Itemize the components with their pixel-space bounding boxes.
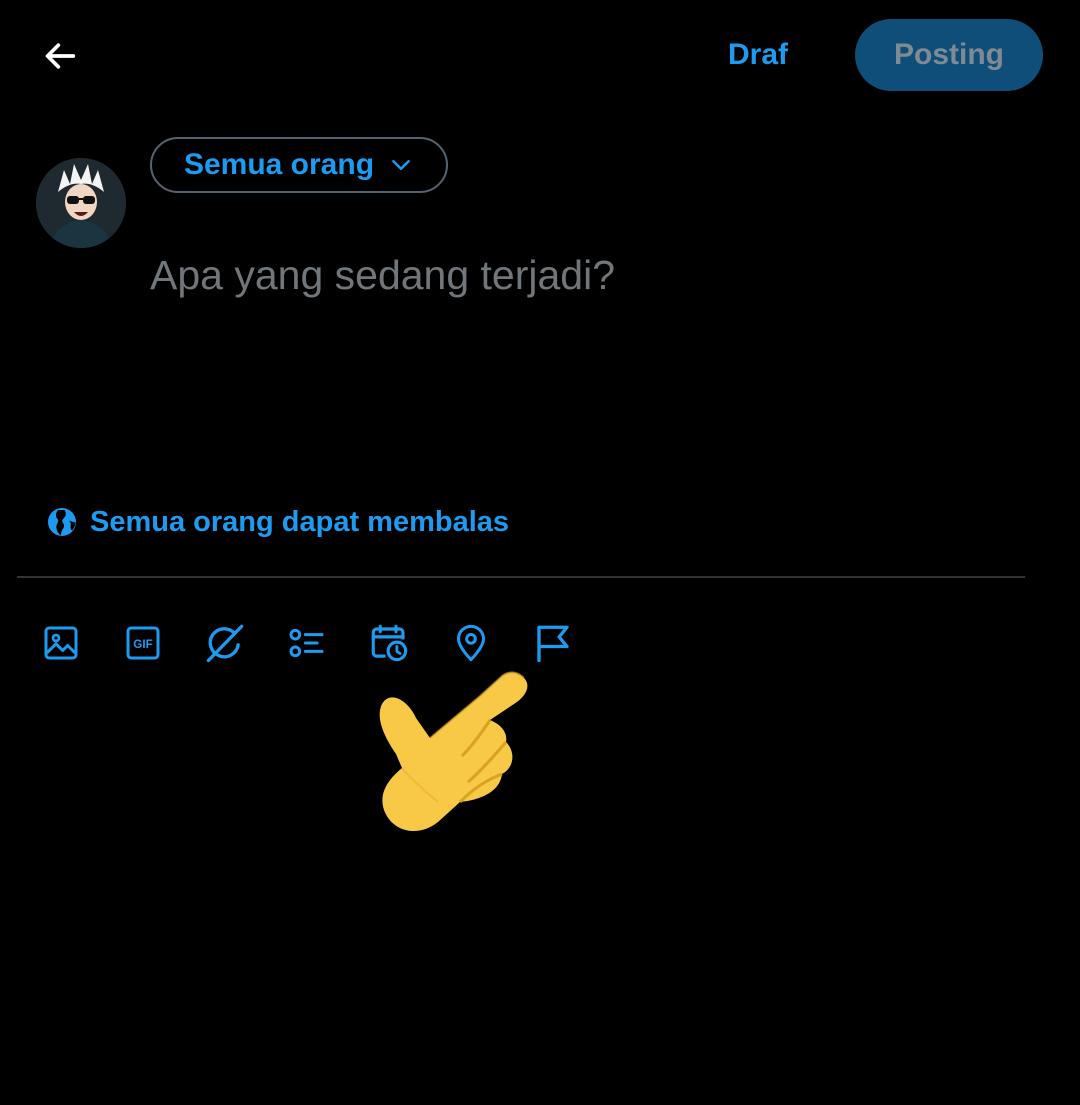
grok-button[interactable] [204, 621, 246, 665]
chevron-down-icon [392, 159, 410, 171]
schedule-icon [371, 624, 408, 662]
avatar-image [36, 158, 126, 248]
add-gif-button[interactable]: GIF [122, 621, 164, 665]
flag-icon [537, 625, 569, 663]
compose-input[interactable] [150, 240, 1030, 310]
arrow-left-icon [45, 43, 76, 69]
add-location-button[interactable] [450, 621, 492, 665]
audience-label: Semua orang [183, 148, 375, 181]
grok-icon [206, 624, 244, 663]
audience-selector[interactable]: Semua orang [150, 137, 448, 193]
draft-button[interactable]: Draf [712, 30, 804, 80]
reply-setting[interactable]: Semua orang dapat membalas [46, 500, 509, 544]
image-icon [44, 626, 78, 660]
gif-icon: GIF [126, 626, 160, 660]
flag-button[interactable] [532, 621, 574, 665]
add-poll-button[interactable] [286, 621, 328, 665]
poll-icon [289, 628, 324, 658]
add-image-button[interactable] [40, 621, 82, 665]
reply-setting-label: Semua orang dapat membalas [90, 505, 510, 538]
location-icon [457, 624, 485, 662]
gif-text: GIF [133, 638, 152, 651]
post-button[interactable]: Posting [855, 19, 1043, 91]
pointing-hand-icon [379, 671, 528, 832]
globe-icon [48, 508, 76, 536]
back-button[interactable] [38, 34, 82, 78]
schedule-button[interactable] [368, 621, 410, 665]
avatar[interactable] [36, 158, 126, 248]
divider [17, 576, 1025, 578]
